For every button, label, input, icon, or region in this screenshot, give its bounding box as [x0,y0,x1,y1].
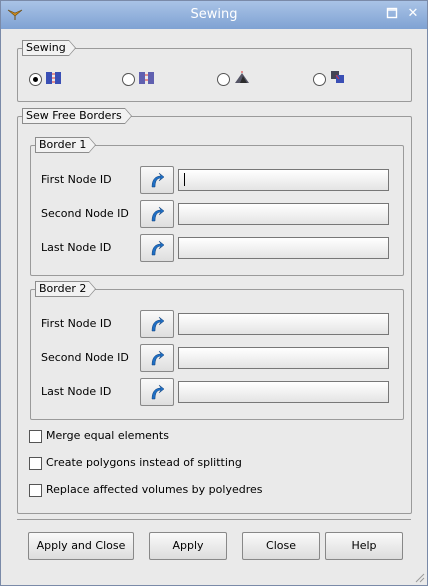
select-arrow-icon [151,172,165,188]
replace-volumes-label: Replace affected volumes by polyedres [46,483,263,496]
select-arrow-icon [151,384,165,400]
create-polygons-checkbox[interactable] [29,457,42,470]
apply-button[interactable]: Apply [149,532,227,560]
border1-first-node-label: First Node ID [41,173,112,186]
window-title: Sewing [190,7,238,22]
border1-last-node-select-button[interactable] [140,234,174,262]
border2-label: Border 2 [35,281,97,297]
select-arrow-icon [151,316,165,332]
mode-radio-side-elements[interactable] [313,73,326,86]
sewing-dialog: Sewing ✕ Sewing Sew Free Borders Border … [0,0,428,586]
merge-equal-checkbox[interactable] [29,430,42,443]
resize-grip-icon[interactable] [413,571,425,583]
border2-first-node-input[interactable] [178,313,389,335]
sew-border-to-side-icon [235,71,249,83]
border2-second-node-input[interactable] [178,347,389,369]
border2-second-node-select-button[interactable] [140,344,174,372]
border1-second-node-label: Second Node ID [41,207,129,220]
select-arrow-icon [151,240,165,256]
maximize-icon[interactable] [385,7,399,21]
border1-last-node-input[interactable] [178,237,389,259]
sewing-mode-group [17,48,412,102]
border1-second-node-select-button[interactable] [140,200,174,228]
mode-radio-free-borders[interactable] [29,73,42,86]
border1-first-node-input[interactable] [178,169,389,191]
select-arrow-icon [151,206,165,222]
border2-last-node-input[interactable] [178,381,389,403]
sew-side-elements-icon [331,71,344,83]
sewing-group-label: Sewing [22,40,76,56]
mode-radio-border-to-side[interactable] [217,73,230,86]
create-polygons-label: Create polygons instead of splitting [46,456,242,469]
close-window-icon[interactable]: ✕ [406,7,420,21]
sew-free-borders-label: Sew Free Borders [22,108,132,124]
border2-second-node-label: Second Node ID [41,351,129,364]
merge-equal-label: Merge equal elements [46,429,169,442]
border2-last-node-label: Last Node ID [41,385,112,398]
border2-first-node-label: First Node ID [41,317,112,330]
border1-label: Border 1 [35,137,97,153]
border1-second-node-input[interactable] [178,203,389,225]
text-cursor [184,173,185,186]
title-bar[interactable]: Sewing ✕ [1,1,427,29]
border1-last-node-label: Last Node ID [41,241,112,254]
replace-volumes-checkbox[interactable] [29,484,42,497]
sew-free-borders-icon [46,72,61,84]
border2-last-node-select-button[interactable] [140,378,174,406]
apply-and-close-button[interactable]: Apply and Close [28,532,134,560]
select-arrow-icon [151,350,165,366]
border1-first-node-select-button[interactable] [140,166,174,194]
border2-first-node-select-button[interactable] [140,310,174,338]
close-button[interactable]: Close [242,532,320,560]
help-button[interactable]: Help [325,532,403,560]
sew-conform-free-borders-icon [139,72,154,84]
mode-radio-conform-borders[interactable] [122,73,135,86]
